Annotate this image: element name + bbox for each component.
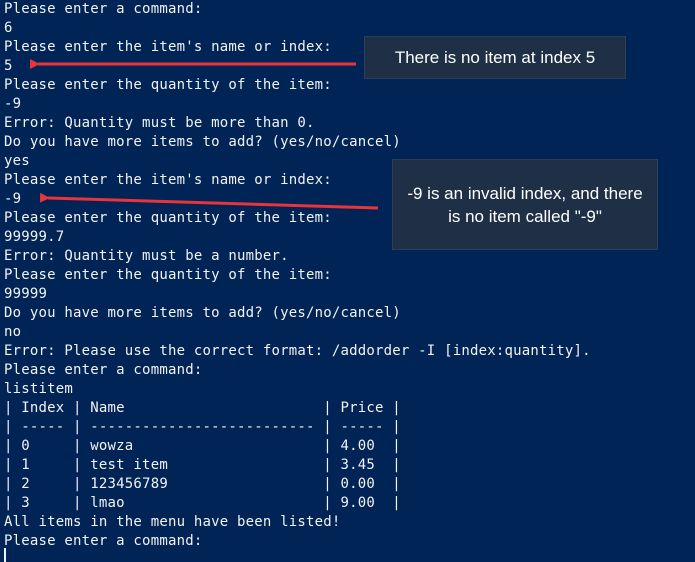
terminal-line: Please enter the item's name or index: xyxy=(4,39,332,55)
table-row: | 0 | wowza | 4.00 | xyxy=(4,438,401,454)
table-row: | 1 | test item | 3.45 | xyxy=(4,457,401,473)
terminal-line: Please enter the item's name or index: xyxy=(4,172,332,188)
terminal-line: -9 xyxy=(4,191,22,207)
table-header-row: | Index | Name | Price | xyxy=(4,400,401,416)
terminal-line: Error: Please use the correct format: /a… xyxy=(4,343,591,359)
terminal-line: Please enter the quantity of the item: xyxy=(4,77,332,93)
terminal-prompt: Please enter a command: xyxy=(4,533,203,549)
text-cursor[interactable] xyxy=(4,548,6,562)
terminal-line: Please enter a command: xyxy=(4,362,203,378)
table-separator-row: | ----- | -------------------------- | -… xyxy=(4,419,401,435)
terminal-line: 5 xyxy=(4,58,13,74)
terminal-line: listitem xyxy=(4,381,74,397)
terminal-line: 6 xyxy=(4,20,13,36)
table-row: | 3 | lmao | 9.00 | xyxy=(4,495,401,511)
terminal-line: Do you have more items to add? (yes/no/c… xyxy=(4,134,401,150)
annotation-callout: -9 is an invalid index, and there is no … xyxy=(392,159,658,250)
terminal-window[interactable]: Please enter a command: 6 Please enter t… xyxy=(0,0,695,562)
terminal-line: All items in the menu have been listed! xyxy=(4,514,341,530)
terminal-line: yes xyxy=(4,153,30,169)
terminal-line: 99999 xyxy=(4,286,48,302)
terminal-line: Error: Quantity must be a number. xyxy=(4,248,289,264)
terminal-line: Please enter the quantity of the item: xyxy=(4,210,332,226)
terminal-line: 99999.7 xyxy=(4,229,65,245)
terminal-line: Please enter a command: xyxy=(4,1,203,17)
table-row: | 2 | 123456789 | 0.00 | xyxy=(4,476,401,492)
terminal-line: no xyxy=(4,324,22,340)
terminal-line: Error: Quantity must be more than 0. xyxy=(4,115,315,131)
annotation-callout: There is no item at index 5 xyxy=(364,36,626,79)
terminal-line: Do you have more items to add? (yes/no/c… xyxy=(4,305,401,321)
terminal-line: -9 xyxy=(4,96,22,112)
terminal-line: Please enter the quantity of the item: xyxy=(4,267,332,283)
